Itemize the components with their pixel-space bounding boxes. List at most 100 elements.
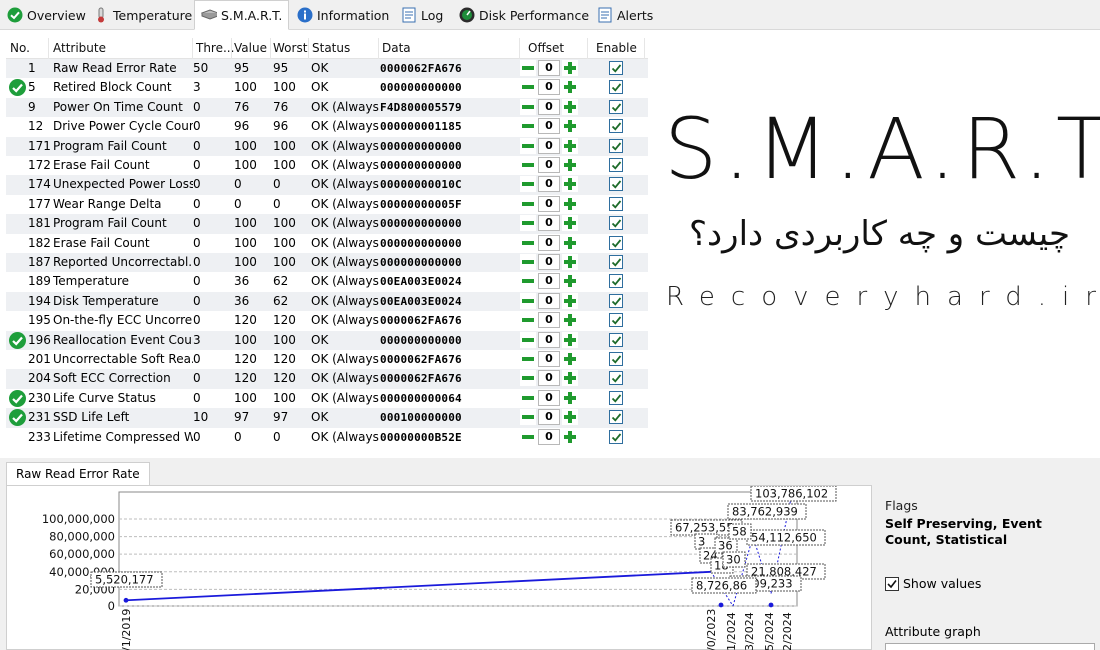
tab-raw-read-error-rate[interactable]: Raw Read Error Rate — [6, 462, 150, 486]
enable-checkbox[interactable] — [609, 119, 623, 134]
offset-minus-button[interactable] — [520, 254, 536, 270]
offset-plus-button[interactable] — [562, 428, 578, 445]
tab-disk-performance[interactable]: Disk Performance — [452, 2, 596, 28]
offset-plus-button[interactable] — [562, 292, 578, 309]
header-offset[interactable]: Offset — [528, 41, 564, 55]
offset-value[interactable]: 0 — [538, 215, 560, 232]
offset-minus-button[interactable] — [520, 312, 536, 329]
header-threshold[interactable]: Thre... — [196, 41, 234, 55]
table-row[interactable]: 177Wear Range Delta000OK (Always...00000… — [6, 195, 648, 214]
enable-checkbox[interactable] — [609, 235, 623, 250]
offset-minus-button[interactable] — [520, 118, 536, 135]
table-row[interactable]: 172Erase Fail Count0100100OK (Always...0… — [6, 156, 648, 175]
offset-value[interactable]: 0 — [538, 370, 560, 387]
offset-plus-button[interactable] — [562, 215, 578, 232]
enable-checkbox[interactable] — [609, 80, 623, 95]
checkbox-icon[interactable] — [885, 576, 899, 591]
offset-minus-button[interactable] — [520, 428, 536, 445]
offset-value[interactable]: 0 — [538, 409, 560, 426]
offset-value[interactable]: 0 — [538, 79, 560, 96]
offset-plus-button[interactable] — [562, 273, 578, 290]
show-values-checkbox[interactable]: Show values — [885, 576, 981, 591]
enable-checkbox[interactable] — [609, 371, 623, 386]
offset-minus-button[interactable] — [520, 79, 536, 96]
offset-value[interactable]: 0 — [538, 331, 560, 348]
enable-checkbox[interactable] — [609, 158, 623, 172]
enable-checkbox[interactable] — [609, 255, 623, 269]
table-row[interactable]: 174 Unexpected Power Loss... 0 0 0 OK (Always… — [6, 175, 648, 195]
table-row[interactable]: 9 Power On Time Count 0 76 76 OK (Always...F4… — [6, 97, 648, 118]
table-row[interactable]: 187 Reported Uncorrectabl... 0 100 100 OK (Al… — [6, 253, 648, 273]
offset-value[interactable]: 0 — [538, 176, 560, 193]
table-row[interactable]: 201 Uncorrectable Soft Rea... 0 120 120 OK (A… — [6, 350, 648, 369]
offset-value[interactable]: 0 — [538, 389, 560, 406]
header-enable[interactable]: Enable — [596, 41, 637, 55]
offset-plus-button[interactable] — [562, 60, 578, 76]
offset-minus-button[interactable] — [520, 137, 536, 154]
offset-value[interactable]: 0 — [538, 195, 560, 212]
header-status[interactable]: Status — [312, 41, 350, 55]
enable-checkbox[interactable] — [609, 390, 623, 405]
tab-log[interactable]: Log — [394, 2, 450, 28]
offset-plus-button[interactable] — [562, 118, 578, 135]
offset-minus-button[interactable] — [520, 389, 536, 406]
header-attribute[interactable]: Attribute — [53, 41, 106, 55]
offset-plus-button[interactable] — [562, 195, 578, 212]
offset-minus-button[interactable] — [520, 273, 536, 290]
enable-checkbox[interactable] — [609, 99, 623, 114]
table-row[interactable]: 182Erase Fail Count0100100OK (Always...0… — [6, 234, 648, 253]
offset-minus-button[interactable] — [520, 60, 536, 76]
offset-value[interactable]: 0 — [538, 118, 560, 135]
header-value[interactable]: Value — [234, 41, 267, 55]
tab-alerts[interactable]: Alerts — [590, 2, 660, 28]
tab-information[interactable]: Information — [290, 2, 396, 28]
offset-plus-button[interactable] — [562, 409, 578, 426]
enable-checkbox[interactable] — [609, 138, 623, 153]
offset-minus-button[interactable] — [520, 176, 536, 193]
enable-checkbox[interactable] — [609, 177, 623, 192]
offset-plus-button[interactable] — [562, 254, 578, 270]
offset-plus-button[interactable] — [562, 331, 578, 348]
offset-plus-button[interactable] — [562, 157, 578, 173]
header-no[interactable]: No. — [10, 41, 30, 55]
offset-plus-button[interactable] — [562, 312, 578, 329]
offset-minus-button[interactable] — [520, 370, 536, 387]
enable-checkbox[interactable] — [609, 429, 623, 444]
offset-value[interactable]: 0 — [538, 234, 560, 251]
offset-minus-button[interactable] — [520, 98, 536, 115]
enable-checkbox[interactable] — [609, 352, 623, 366]
offset-minus-button[interactable] — [520, 351, 536, 367]
offset-minus-button[interactable] — [520, 234, 536, 251]
offset-minus-button[interactable] — [520, 292, 536, 309]
offset-value[interactable]: 0 — [538, 60, 560, 76]
table-row[interactable]: 233 Lifetime Compressed W... 0 0 0 OK (Always… — [6, 428, 648, 447]
offset-plus-button[interactable] — [562, 370, 578, 387]
table-row[interactable]: 12 Drive Power Cycle Count 0 96 96 OK (Always… — [6, 117, 648, 136]
offset-plus-button[interactable] — [562, 389, 578, 406]
table-row[interactable]: 196 Reallocation Event Count 3 100 100 OK 0000… — [6, 330, 648, 350]
offset-minus-button[interactable] — [520, 409, 536, 426]
enable-checkbox[interactable] — [609, 61, 623, 75]
header-worst[interactable]: Worst — [273, 41, 307, 55]
offset-plus-button[interactable] — [562, 137, 578, 154]
offset-plus-button[interactable] — [562, 98, 578, 115]
offset-value[interactable]: 0 — [538, 312, 560, 329]
table-row[interactable]: 230Life Curve Status 0 100 100 OK (Always...… — [6, 389, 648, 408]
offset-plus-button[interactable] — [562, 79, 578, 96]
table-row[interactable]: 189Temperature 0 36 62 OK (Always...00EA003E… — [6, 272, 648, 291]
offset-value[interactable]: 0 — [538, 98, 560, 115]
enable-checkbox[interactable] — [609, 216, 623, 231]
offset-value[interactable]: 0 — [538, 137, 560, 154]
enable-checkbox[interactable] — [609, 293, 623, 308]
tab-overview[interactable]: Overview — [0, 2, 93, 28]
offset-value[interactable]: 0 — [538, 273, 560, 290]
offset-minus-button[interactable] — [520, 331, 536, 348]
enable-checkbox[interactable] — [609, 313, 623, 328]
enable-checkbox[interactable] — [609, 274, 623, 289]
enable-checkbox[interactable] — [609, 196, 623, 211]
table-row[interactable]: 5 Retired Block Count 3 100 100 OK 00000000000… — [6, 78, 648, 97]
header-data[interactable]: Data — [382, 41, 411, 55]
offset-value[interactable]: 0 — [538, 254, 560, 270]
offset-minus-button[interactable] — [520, 215, 536, 232]
table-row[interactable]: 171Program Fail Count 0 100 100 OK (Always..… — [6, 136, 648, 156]
